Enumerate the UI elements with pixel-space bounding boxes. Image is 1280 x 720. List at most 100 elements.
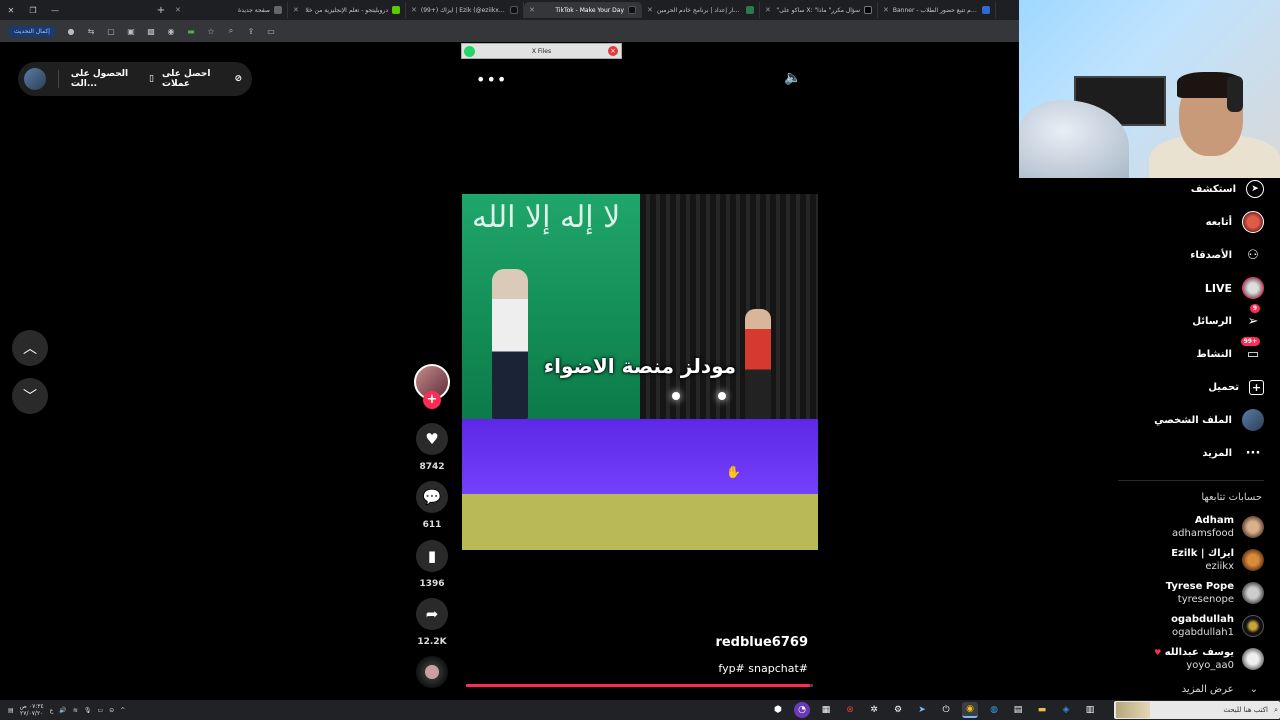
followed-account[interactable]: Adham adhamsfood xyxy=(1172,512,1264,542)
clock[interactable]: ٠٧:٣٤ ص ٢٧/٠٧/٢٠ xyxy=(20,703,44,717)
browser-tab[interactable]: ✕(99+) ايزاك | Ezik (@eziikx) | Tok xyxy=(406,2,524,18)
bookmark-star-icon[interactable]: ☆ xyxy=(206,26,216,36)
followed-account[interactable]: ogabdullah ogabdullah1 xyxy=(1171,611,1264,641)
app-icon[interactable]: ⊗ xyxy=(842,702,858,718)
tab-close-icon[interactable]: ✕ xyxy=(765,6,771,14)
minimize-window-icon[interactable]: — xyxy=(44,6,66,15)
avatar xyxy=(1242,615,1264,637)
app-icon[interactable]: ◔ xyxy=(794,702,810,718)
get-coins-label[interactable]: احصل على عملات xyxy=(162,69,227,89)
extension-icon[interactable]: ▬ xyxy=(186,26,196,36)
sidebar-item-more[interactable]: المزيد ··· xyxy=(1202,440,1264,466)
phone-icon[interactable]: ▯ xyxy=(149,74,154,84)
cast-icon[interactable]: ▭ xyxy=(266,26,276,36)
browser-tab[interactable]: ✕ Banner - نظام تتبع حضور الطلاب xyxy=(878,2,996,18)
close-window-icon[interactable]: ✕ xyxy=(0,6,22,15)
extension-icon[interactable]: ◉ xyxy=(166,26,176,36)
app-icon[interactable]: ▤ xyxy=(1010,702,1026,718)
previous-video-button[interactable]: ︿ xyxy=(12,330,48,366)
video-player[interactable]: لا إله إلا الله مودلز منصة الاضواء xyxy=(462,194,818,550)
new-tab-icon[interactable]: + xyxy=(152,5,170,16)
app-icon[interactable]: ▦ xyxy=(818,702,834,718)
more-options-icon[interactable]: ••• xyxy=(476,70,507,89)
app-icon[interactable]: ✲ xyxy=(866,702,882,718)
tab-favicon-icon xyxy=(392,6,400,14)
tab-title: دروبليتجو - تعلم الإنجليزية من خلا xyxy=(305,6,388,14)
followed-account[interactable]: ♥ يوسف عبدالله yoyo_aa0 xyxy=(1154,644,1264,674)
task-view-icon[interactable]: ▥ xyxy=(1082,702,1098,718)
see-more-button[interactable]: عرض المزيد ⌄ xyxy=(1182,684,1258,695)
tab-search-icon[interactable]: ▢ xyxy=(106,26,116,36)
next-video-button[interactable]: ﹀ xyxy=(12,378,48,414)
microphone-icon[interactable]: 🎙 xyxy=(84,707,92,714)
comment-button[interactable]: 💬 xyxy=(416,481,448,513)
network-icon[interactable]: ⊝ xyxy=(109,707,114,714)
avatar[interactable] xyxy=(24,68,46,90)
tab-close-icon[interactable]: ✕ xyxy=(647,6,653,14)
sidebar-item-activity[interactable]: النشاط ▭ 99+ xyxy=(1196,337,1264,367)
volume-icon[interactable]: 🔊 xyxy=(59,707,66,714)
battery-icon[interactable]: ▭ xyxy=(98,707,104,714)
extension-icon[interactable]: ▣ xyxy=(126,26,136,36)
avatar xyxy=(1242,648,1264,670)
restore-window-icon[interactable]: ❐ xyxy=(22,6,44,15)
profile-icon[interactable]: ● xyxy=(66,26,76,36)
follow-plus-icon[interactable]: + xyxy=(423,391,441,409)
browser-tab[interactable]: ✕ مسار إعداد | برنامج خادم الحرمين xyxy=(642,2,760,18)
file-explorer-icon[interactable]: ▬ xyxy=(1034,702,1050,718)
account-name-text: يوسف عبدالله xyxy=(1164,647,1234,658)
tab-close-icon[interactable]: ✕ xyxy=(883,6,889,14)
sidebar-item-profile[interactable]: الملف الشخصي xyxy=(1154,407,1264,433)
video-progress-bar[interactable] xyxy=(466,684,813,687)
zoom-icon[interactable]: ⌕ xyxy=(226,26,236,36)
update-button[interactable]: إكمال التحديث xyxy=(8,25,56,37)
picture-in-picture-bar[interactable]: X Files × xyxy=(461,43,622,59)
telegram-icon[interactable]: ➤ xyxy=(914,702,930,718)
share-button[interactable]: ➦ xyxy=(416,598,448,630)
edge-icon[interactable]: ◍ xyxy=(986,702,1002,718)
app-icon[interactable]: ◈ xyxy=(1058,702,1074,718)
get-app-label[interactable]: الحصول على الت... xyxy=(71,69,141,89)
chrome-icon[interactable]: ◉ xyxy=(962,702,978,718)
extension-icon[interactable]: ▩ xyxy=(146,26,156,36)
settings-gear-icon[interactable]: ⚙ xyxy=(890,702,906,718)
video-hashtags[interactable]: fyp# snapchat# xyxy=(718,662,808,675)
chevron-up-icon[interactable]: ^ xyxy=(120,707,125,714)
close-icon[interactable]: × xyxy=(608,46,618,56)
browser-tab-active[interactable]: ✕ TikTok - Make Your Day xyxy=(524,2,642,18)
browser-tab[interactable]: ✕ صفحة جديدة xyxy=(170,2,288,18)
app-icon[interactable]: ⬢ xyxy=(770,702,786,718)
sidebar-item-live[interactable]: LIVE xyxy=(1205,275,1264,301)
like-button[interactable]: ♥ xyxy=(416,423,448,455)
music-disc-icon[interactable] xyxy=(416,656,448,688)
video-author-username[interactable]: redblue6769 xyxy=(715,635,808,650)
language-indicator[interactable]: ع xyxy=(50,707,54,714)
friends-icon: ⚇ xyxy=(1247,247,1259,263)
save-button[interactable]: ▮ xyxy=(416,540,448,572)
tab-close-icon[interactable]: ✕ xyxy=(529,6,535,14)
sidebar-item-friends[interactable]: الأصدقاء ⚇ xyxy=(1190,242,1264,268)
sidebar-item-upload[interactable]: تحميل + xyxy=(1208,374,1264,400)
coin-icon[interactable]: ⊘ xyxy=(234,74,242,84)
volume-icon[interactable]: 🔈 xyxy=(784,70,801,86)
tab-close-icon[interactable]: ✕ xyxy=(293,6,299,14)
followed-account[interactable]: Ezilk | ايزاك eziikx xyxy=(1171,545,1264,575)
chevron-down-icon: ⌄ xyxy=(1249,684,1258,695)
followed-account[interactable]: Tyrese Pope tyresenope xyxy=(1166,578,1264,608)
browser-tab[interactable]: ✕ دروبليتجو - تعلم الإنجليزية من خلا xyxy=(288,2,406,18)
tab-close-icon[interactable]: ✕ xyxy=(175,6,181,14)
inbox-icon: ▭ 99+ xyxy=(1240,337,1264,365)
video-caption: مودلز منصة الاضواء xyxy=(543,354,737,378)
app-icon[interactable]: ⏻ xyxy=(938,702,954,718)
wifi-icon[interactable]: ≋ xyxy=(73,707,78,714)
browser-tab[interactable]: ✕ "ساكو على X: "سؤال مكرر" ماذا xyxy=(760,2,878,18)
extension-icon[interactable]: ⇆ xyxy=(86,26,96,36)
taskbar-search-input[interactable]: اكتب هنا للبحث ⌕ xyxy=(1114,701,1280,719)
tab-favicon-icon xyxy=(274,6,282,14)
tab-close-icon[interactable]: ✕ xyxy=(411,6,417,14)
share-icon[interactable]: ⇪ xyxy=(246,26,256,36)
sidebar-item-following[interactable]: أتابعه xyxy=(1206,209,1264,235)
sidebar-item-explore[interactable]: استكشف ➤ xyxy=(1191,176,1264,202)
notification-icon[interactable]: ▤ xyxy=(8,707,14,714)
sidebar-item-messages[interactable]: الرسائل ➢ 9 xyxy=(1192,304,1264,334)
